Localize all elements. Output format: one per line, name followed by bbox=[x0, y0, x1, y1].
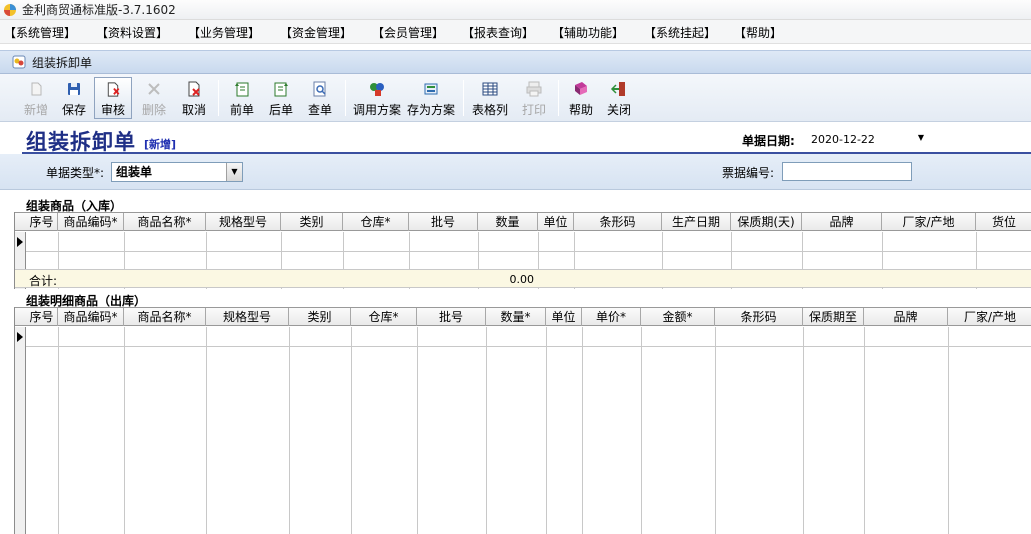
menu-reports[interactable]: 【报表查询】 bbox=[462, 24, 534, 41]
save-disk-icon bbox=[68, 83, 80, 95]
doc-number-label: 票据编号: bbox=[722, 166, 775, 180]
find-doc-button[interactable]: 查单 bbox=[304, 77, 336, 119]
table-columns-button[interactable]: 表格列 bbox=[470, 77, 510, 119]
window-title: 金利商贸通标准版-3.7.1602 bbox=[22, 3, 176, 17]
menu-help[interactable]: 【帮助】 bbox=[734, 24, 782, 41]
delete-button[interactable]: 删除 bbox=[138, 77, 170, 119]
document-date-picker[interactable]: 2020-12-22 ▼ bbox=[808, 130, 926, 148]
toolbar: 新增 保存 审核 删除 取消 前单 后单 查单 调用方案 存为方案 表格列 打印… bbox=[0, 74, 1031, 122]
print-button[interactable]: 打印 bbox=[518, 77, 550, 119]
scheme-shapes-icon bbox=[370, 83, 384, 96]
summary-qty-value: 0.00 bbox=[509, 273, 535, 286]
new-document-icon bbox=[31, 82, 42, 96]
outbound-col-spec[interactable]: 规格型号 bbox=[206, 308, 289, 326]
inbound-col-location[interactable]: 货位 bbox=[976, 213, 1031, 231]
save-scheme-icon bbox=[424, 83, 438, 95]
doc-type-value: 组装单 bbox=[116, 165, 153, 179]
outbound-grid-header: 序号 商品编码* 商品名称* 规格型号 类别 仓库* 批号 数量* 单位 单价*… bbox=[15, 307, 1031, 326]
outbound-col-name[interactable]: 商品名称* bbox=[124, 308, 206, 326]
audit-button[interactable]: 审核 bbox=[94, 77, 132, 119]
outbound-col-barcode[interactable]: 条形码 bbox=[715, 308, 803, 326]
save-scheme-button[interactable]: 存为方案 bbox=[406, 77, 456, 119]
load-scheme-button[interactable]: 调用方案 bbox=[352, 77, 402, 119]
menu-data-settings[interactable]: 【资料设置】 bbox=[96, 24, 168, 41]
inbound-summary-row: 合计: 0.00 bbox=[15, 269, 1031, 288]
outbound-col-warehouse[interactable]: 仓库* bbox=[351, 308, 417, 326]
outbound-col-amount[interactable]: 金额* bbox=[641, 308, 715, 326]
outbound-col-expiry[interactable]: 保质期至 bbox=[803, 308, 864, 326]
menu-members[interactable]: 【会员管理】 bbox=[372, 24, 444, 41]
inbound-col-category[interactable]: 类别 bbox=[281, 213, 343, 231]
chevron-down-icon[interactable]: ▼ bbox=[226, 163, 242, 181]
inbound-col-index[interactable]: 序号 bbox=[26, 213, 58, 231]
help-button[interactable]: 帮助 bbox=[565, 77, 597, 119]
form-row: 单据类型*: 组装单 ▼ 票据编号: bbox=[0, 154, 1031, 190]
cancel-document-icon bbox=[188, 81, 200, 97]
doc-type-select[interactable]: 组装单 ▼ bbox=[111, 162, 243, 182]
save-button[interactable]: 保存 bbox=[58, 77, 90, 119]
date-value: 2020-12-22 bbox=[811, 132, 875, 146]
outbound-col-brand[interactable]: 品牌 bbox=[864, 308, 948, 326]
outbound-col-price[interactable]: 单价* bbox=[582, 308, 641, 326]
menu-system[interactable]: 【系统管理】 bbox=[4, 24, 76, 41]
prev-page-icon bbox=[235, 82, 249, 97]
help-book-icon bbox=[575, 82, 587, 95]
current-row-arrow-icon bbox=[17, 332, 23, 342]
inbound-col-qty[interactable]: 数量 bbox=[478, 213, 538, 231]
inbound-col-warehouse[interactable]: 仓库* bbox=[343, 213, 409, 231]
menu-business[interactable]: 【业务管理】 bbox=[188, 24, 260, 41]
doc-number-input[interactable] bbox=[782, 162, 912, 181]
inbound-grid: 序号 商品编码* 商品名称* 规格型号 类别 仓库* 批号 数量 单位 条形码 … bbox=[14, 212, 1031, 289]
table-grid-icon bbox=[482, 82, 498, 96]
inbound-col-shelf-life[interactable]: 保质期(天) bbox=[731, 213, 802, 231]
inbound-col-name[interactable]: 商品名称* bbox=[124, 213, 206, 231]
panel-title: 组装拆卸单 bbox=[32, 55, 93, 70]
inbound-col-maker[interactable]: 厂家/产地 bbox=[882, 213, 976, 231]
outbound-col-maker[interactable]: 厂家/产地 bbox=[948, 308, 1031, 326]
cancel-button[interactable]: 取消 bbox=[178, 77, 210, 119]
printer-icon bbox=[526, 81, 542, 97]
document-panel-header: 组装拆卸单 bbox=[0, 50, 1031, 74]
summary-label: 合计: bbox=[29, 274, 58, 288]
delete-x-icon bbox=[148, 83, 160, 95]
window-titlebar: 金利商贸通标准版-3.7.1602 bbox=[0, 0, 1031, 20]
outbound-col-qty[interactable]: 数量* bbox=[486, 308, 546, 326]
menu-suspend[interactable]: 【系统挂起】 bbox=[644, 24, 716, 41]
exit-door-icon bbox=[610, 82, 625, 96]
search-document-icon bbox=[313, 81, 326, 97]
outbound-col-code[interactable]: 商品编码* bbox=[58, 308, 124, 326]
new-button[interactable]: 新增 bbox=[20, 77, 52, 119]
close-button[interactable]: 关闭 bbox=[603, 77, 635, 119]
outbound-col-batch[interactable]: 批号 bbox=[417, 308, 486, 326]
outbound-col-category[interactable]: 类别 bbox=[289, 308, 351, 326]
doc-type-label: 单据类型*: bbox=[46, 166, 105, 180]
app-logo-icon bbox=[4, 3, 16, 16]
menu-bar: 【系统管理】 【资料设置】 【业务管理】 【资金管理】 【会员管理】 【报表查询… bbox=[0, 20, 1031, 44]
next-page-icon bbox=[274, 82, 288, 97]
current-row-arrow-icon bbox=[17, 237, 23, 247]
inbound-col-unit[interactable]: 单位 bbox=[538, 213, 574, 231]
dropdown-arrow-icon[interactable]: ▼ bbox=[918, 133, 924, 142]
document-icon bbox=[12, 55, 26, 69]
inbound-col-batch[interactable]: 批号 bbox=[409, 213, 478, 231]
audit-document-icon bbox=[107, 82, 120, 97]
inbound-col-brand[interactable]: 品牌 bbox=[802, 213, 882, 231]
mode-tag: [新增] bbox=[144, 138, 177, 151]
menu-funds[interactable]: 【资金管理】 bbox=[280, 24, 352, 41]
row-indicator-column bbox=[15, 327, 26, 534]
document-header: 组装拆卸单 [新增] 单据日期: 2020-12-22 ▼ bbox=[0, 122, 1031, 154]
inbound-grid-header: 序号 商品编码* 商品名称* 规格型号 类别 仓库* 批号 数量 单位 条形码 … bbox=[15, 212, 1031, 231]
inbound-col-mfg-date[interactable]: 生产日期 bbox=[662, 213, 731, 231]
menu-tools[interactable]: 【辅助功能】 bbox=[552, 24, 624, 41]
prev-doc-button[interactable]: 前单 bbox=[226, 77, 258, 119]
inbound-col-barcode[interactable]: 条形码 bbox=[574, 213, 662, 231]
outbound-col-unit[interactable]: 单位 bbox=[546, 308, 582, 326]
date-label: 单据日期: bbox=[742, 134, 795, 148]
inbound-col-spec[interactable]: 规格型号 bbox=[206, 213, 281, 231]
inbound-col-code[interactable]: 商品编码* bbox=[58, 213, 124, 231]
next-doc-button[interactable]: 后单 bbox=[265, 77, 297, 119]
outbound-col-index[interactable]: 序号 bbox=[26, 308, 58, 326]
outbound-grid: 序号 商品编码* 商品名称* 规格型号 类别 仓库* 批号 数量* 单位 单价*… bbox=[14, 307, 1031, 534]
